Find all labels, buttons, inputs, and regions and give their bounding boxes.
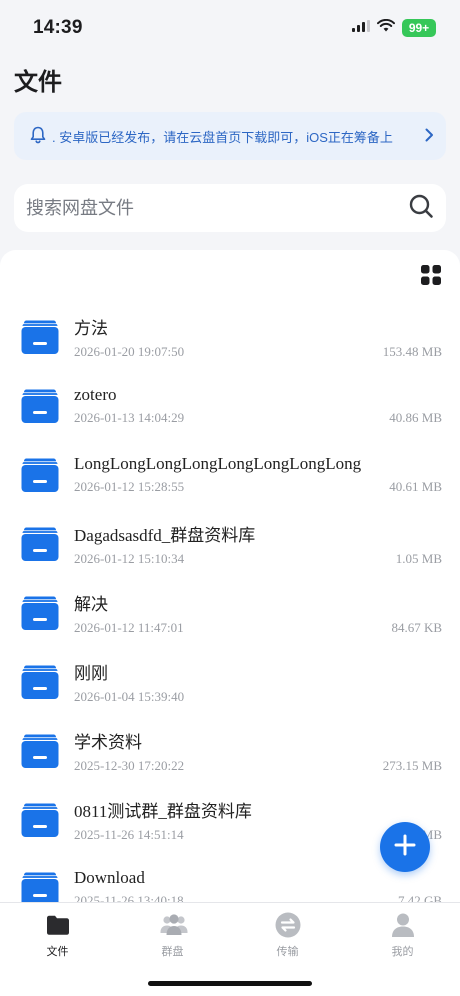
tab-profile[interactable]: 我的 — [345, 903, 460, 996]
file-date: 2026-01-12 15:28:55 — [74, 479, 185, 494]
file-name: 方法 — [74, 318, 108, 338]
tab-label: 我的 — [391, 946, 414, 958]
file-date: 2026-01-12 15:10:34 — [74, 550, 185, 566]
file-list: 方法 2026-01-20 19:07:50 153.48 MB zotero 2026… — [0, 302, 460, 902]
file-row[interactable]: 学术资料 2025-12-30 17:20:22 273.15 MB — [0, 716, 460, 785]
file-name: zotero — [74, 385, 117, 404]
group-icon — [159, 911, 187, 939]
folder-icon — [20, 662, 60, 702]
file-date: 2026-01-20 19:07:50 — [74, 343, 185, 359]
file-row[interactable]: zotero 2026-01-13 14:04:29 40.86 MB — [0, 371, 460, 440]
file-size: 7.42 GB — [397, 893, 442, 902]
file-size: 153.48 MB — [382, 343, 442, 359]
file-size: 40.61 MB — [389, 479, 442, 494]
file-meta: 2026-01-12 11:47:01 84.67 KB — [74, 620, 442, 636]
file-info: Download 2025-11-26 13:40:18 7.42 GB — [74, 868, 442, 902]
file-info: 方法 2026-01-20 19:07:50 153.48 MB — [74, 314, 442, 360]
file-name: 学术资料 — [74, 732, 142, 752]
file-info: 刚刚 2026-01-04 15:39:40 — [74, 659, 442, 705]
folder-icon — [20, 869, 60, 902]
file-meta: 2026-01-04 15:39:40 — [74, 689, 442, 705]
folder-icon — [20, 731, 60, 771]
file-info: zotero 2026-01-13 14:04:29 40.86 MB — [74, 385, 442, 426]
file-name: LongLongLongLongLongLongLongLong — [74, 454, 362, 473]
home-indicator — [148, 981, 312, 986]
search-icon[interactable] — [408, 193, 434, 224]
status-time: 14:39 — [33, 17, 83, 38]
file-size: 1.05 MB — [395, 550, 442, 566]
file-list-panel: 方法 2026-01-20 19:07:50 153.48 MB zotero 2026… — [0, 250, 460, 902]
file-meta: 2025-12-30 17:20:22 273.15 MB — [74, 758, 442, 774]
file-meta: 2025-11-26 13:40:18 7.42 GB — [74, 893, 442, 902]
file-name: 解决 — [74, 594, 108, 614]
file-meta: 2026-01-20 19:07:50 153.48 MB — [74, 344, 442, 360]
file-meta: 2026-01-12 15:10:34 1.05 MB — [74, 551, 442, 567]
file-date: 2026-01-13 14:04:29 — [74, 410, 185, 425]
transfer-icon — [274, 911, 302, 939]
tab-label: 群盘 — [161, 946, 184, 958]
folder-icon — [20, 800, 60, 840]
notice-banner[interactable]: . 安卓版已经发布，请在云盘首页下载即可，iOS正在筹备上 — [14, 112, 446, 160]
tab-label: 传输 — [276, 946, 299, 958]
file-name: 0811测试群_群盘资料库 — [74, 801, 252, 821]
file-row[interactable]: 方法 2026-01-20 19:07:50 153.48 MB — [0, 302, 460, 371]
plus-icon — [393, 833, 417, 862]
tab-files[interactable]: 文件 — [0, 903, 115, 996]
battery-indicator: 99+ — [402, 19, 436, 37]
file-name: Dagadsasdfd_群盘资料库 — [74, 525, 256, 545]
file-meta: 2026-01-13 14:04:29 40.86 MB — [74, 410, 442, 426]
folder-icon — [20, 593, 60, 633]
search-bar — [14, 184, 446, 232]
file-date: 2026-01-12 11:47:01 — [74, 619, 184, 635]
file-date: 2025-11-26 13:40:18 — [74, 893, 184, 902]
file-name: Download — [74, 868, 145, 887]
file-row[interactable]: 解决 2026-01-12 11:47:01 84.67 KB — [0, 578, 460, 647]
add-button[interactable] — [380, 822, 430, 872]
grid-view-icon[interactable] — [420, 264, 442, 286]
file-info: 解决 2026-01-12 11:47:01 84.67 KB — [74, 590, 442, 636]
file-info: 学术资料 2025-12-30 17:20:22 273.15 MB — [74, 728, 442, 774]
folder-icon — [20, 386, 60, 426]
file-date: 2025-11-26 14:51:14 — [74, 826, 184, 842]
signal-icon — [352, 19, 370, 37]
file-meta: 2026-01-12 15:28:55 40.61 MB — [74, 479, 442, 495]
status-bar: 14:39 99+ — [0, 0, 460, 56]
folder-icon — [20, 455, 60, 495]
profile-icon — [389, 911, 417, 939]
file-size: 84.67 KB — [391, 619, 442, 635]
folder-icon — [20, 317, 60, 357]
file-info: Dagadsasdfd_群盘资料库 2026-01-12 15:10:34 1.05… — [74, 521, 442, 567]
file-row[interactable]: Dagadsasdfd_群盘资料库 2026-01-12 15:10:34 1.05… — [0, 509, 460, 578]
file-date: 2026-01-04 15:39:40 — [74, 688, 185, 704]
folder-icon — [44, 911, 72, 939]
folder-icon — [20, 524, 60, 564]
wifi-icon — [377, 18, 395, 37]
file-date: 2025-12-30 17:20:22 — [74, 757, 185, 773]
page-title: 文件 — [14, 69, 62, 96]
tab-label: 文件 — [46, 946, 69, 958]
file-row[interactable]: 刚刚 2026-01-04 15:39:40 — [0, 647, 460, 716]
file-info: LongLongLongLongLongLongLongLong 2026-01-… — [74, 454, 442, 495]
file-name: 刚刚 — [74, 663, 108, 683]
search-input[interactable] — [26, 197, 408, 219]
status-indicators: 99+ — [352, 18, 436, 37]
notice-text: . 安卓版已经发布，请在云盘首页下载即可，iOS正在筹备上 — [52, 129, 393, 145]
chevron-right-icon — [424, 128, 434, 145]
bell-icon — [30, 126, 46, 147]
file-size: 40.86 MB — [389, 410, 442, 425]
file-size: 273.15 MB — [382, 757, 442, 773]
file-row[interactable]: LongLongLongLongLongLongLongLong 2026-01-… — [0, 440, 460, 509]
